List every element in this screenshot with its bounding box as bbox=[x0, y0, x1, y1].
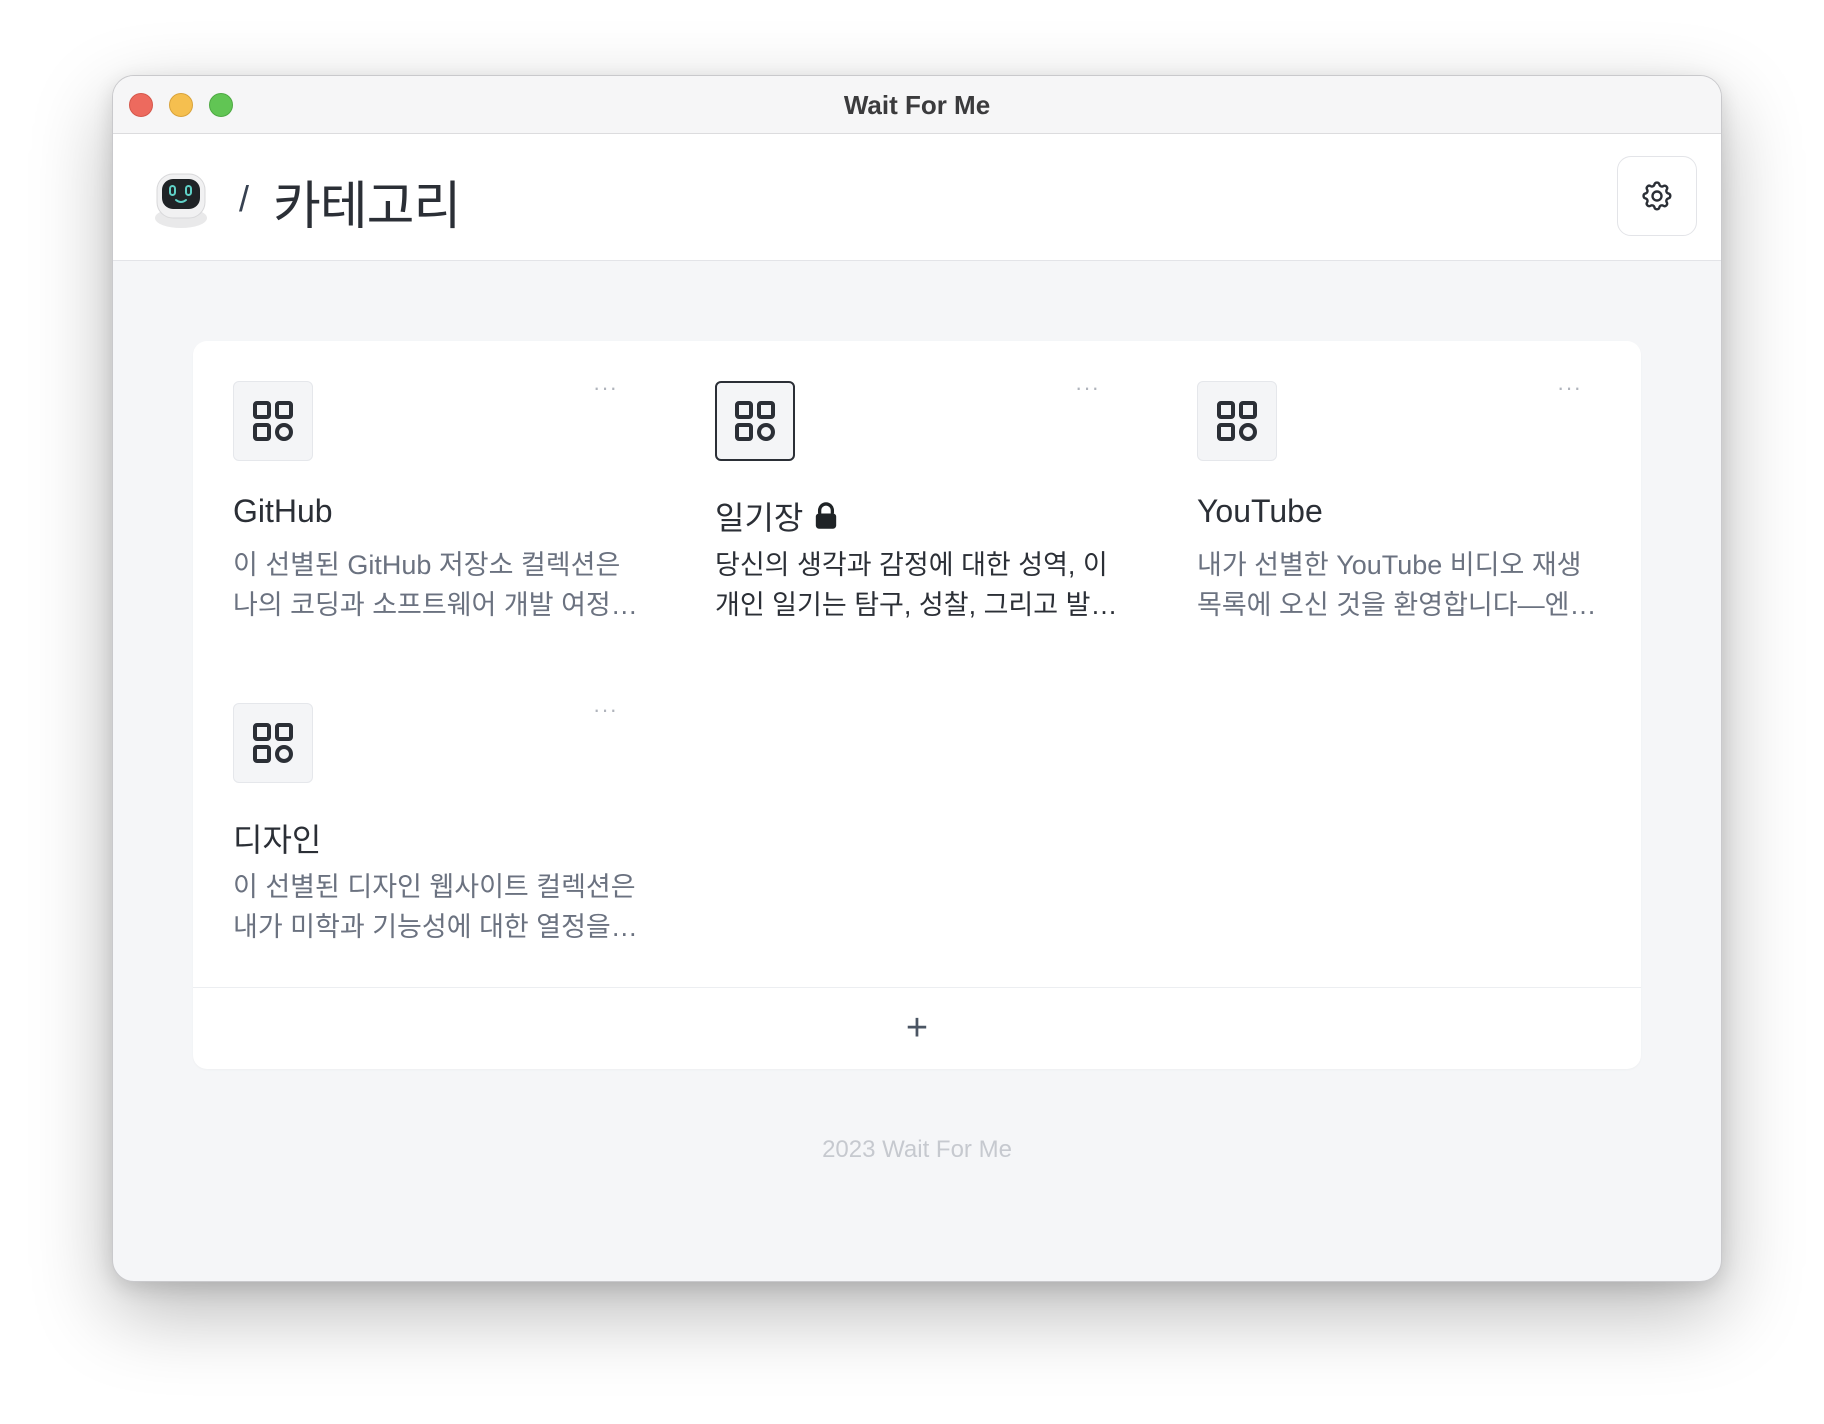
card-description: 이 선별된 디자인 웹사이트 컬렉션은 내가 미학과 기능성에 대한 열정을 보… bbox=[233, 872, 636, 942]
card-description: 내가 선별한 YouTube 비디오 재생 목록에 오신 것을 환영합니다—엔터… bbox=[1197, 550, 1595, 620]
grid-icon bbox=[253, 723, 293, 763]
card-title: 디자인 bbox=[233, 815, 321, 861]
card-more-button[interactable]: ··· bbox=[1557, 377, 1582, 399]
footer-text: 2023 Wait For Me bbox=[822, 1136, 1012, 1163]
category-icon-box bbox=[1197, 381, 1277, 461]
robot-avatar-icon[interactable] bbox=[149, 168, 213, 232]
category-icon-box bbox=[233, 703, 313, 783]
card-more-button[interactable]: ··· bbox=[1075, 377, 1100, 399]
category-icon-box bbox=[233, 381, 313, 461]
categories-panel: ··· GitHub 이 선별된 GitHub 저장소 컬렉션은 나의 코딩과 … bbox=[193, 341, 1641, 1069]
settings-button[interactable] bbox=[1617, 156, 1697, 236]
category-icon-box bbox=[715, 381, 795, 461]
window-title: Wait For Me bbox=[843, 90, 991, 120]
card-description: 당신의 생각과 감정에 대한 성역, 이 개인 일기는 탐구, 성찰, 그리고 … bbox=[715, 550, 1116, 620]
card-title: YouTube bbox=[1197, 493, 1323, 530]
card-title-text: 디자인 bbox=[233, 822, 322, 858]
grid-icon bbox=[253, 401, 293, 441]
category-card-github[interactable]: ··· GitHub 이 선별된 GitHub 저장소 컬렉션은 나의 코딩과 … bbox=[193, 341, 636, 631]
app-header: / 카테고리 bbox=[113, 134, 1721, 261]
card-title: 일기장 bbox=[715, 493, 839, 539]
add-category-button[interactable]: + bbox=[193, 988, 1641, 1069]
card-description: 이 선별된 GitHub 저장소 컬렉션은 나의 코딩과 소프트웨어 개발 여정… bbox=[233, 550, 636, 620]
card-title: GitHub bbox=[233, 493, 333, 530]
card-more-button[interactable]: ··· bbox=[593, 377, 618, 399]
lock-icon bbox=[816, 502, 837, 529]
card-title-text: GitHub bbox=[233, 493, 333, 529]
card-more-button[interactable]: ··· bbox=[593, 699, 618, 721]
page-title: 카테고리 bbox=[273, 178, 461, 236]
grid-icon bbox=[735, 401, 775, 441]
plus-icon: + bbox=[905, 1007, 929, 1049]
gear-icon bbox=[1642, 181, 1672, 211]
title-bar: Wait For Me bbox=[113, 76, 1721, 134]
grid-icon bbox=[1217, 401, 1257, 441]
breadcrumb-separator: / bbox=[239, 178, 250, 219]
card-title-text: YouTube bbox=[1197, 493, 1323, 529]
card-title-text: 일기장 bbox=[715, 500, 804, 536]
category-card-youtube[interactable]: ··· YouTube 내가 선별한 YouTube 비디오 재생 목록에 오신… bbox=[1157, 341, 1594, 631]
app-window: Wait For Me / 카테고리 ··· GitHub 이 선별된 GitH… bbox=[112, 75, 1722, 1282]
category-card-design[interactable]: ··· 디자인 이 선별된 디자인 웹사이트 컬렉션은 내가 미학과 기능성에 … bbox=[193, 663, 636, 953]
category-card-diary[interactable]: ··· 일기장 당신의 생각과 감정에 대한 성역, 이 개인 일기는 탐구, … bbox=[675, 341, 1115, 631]
